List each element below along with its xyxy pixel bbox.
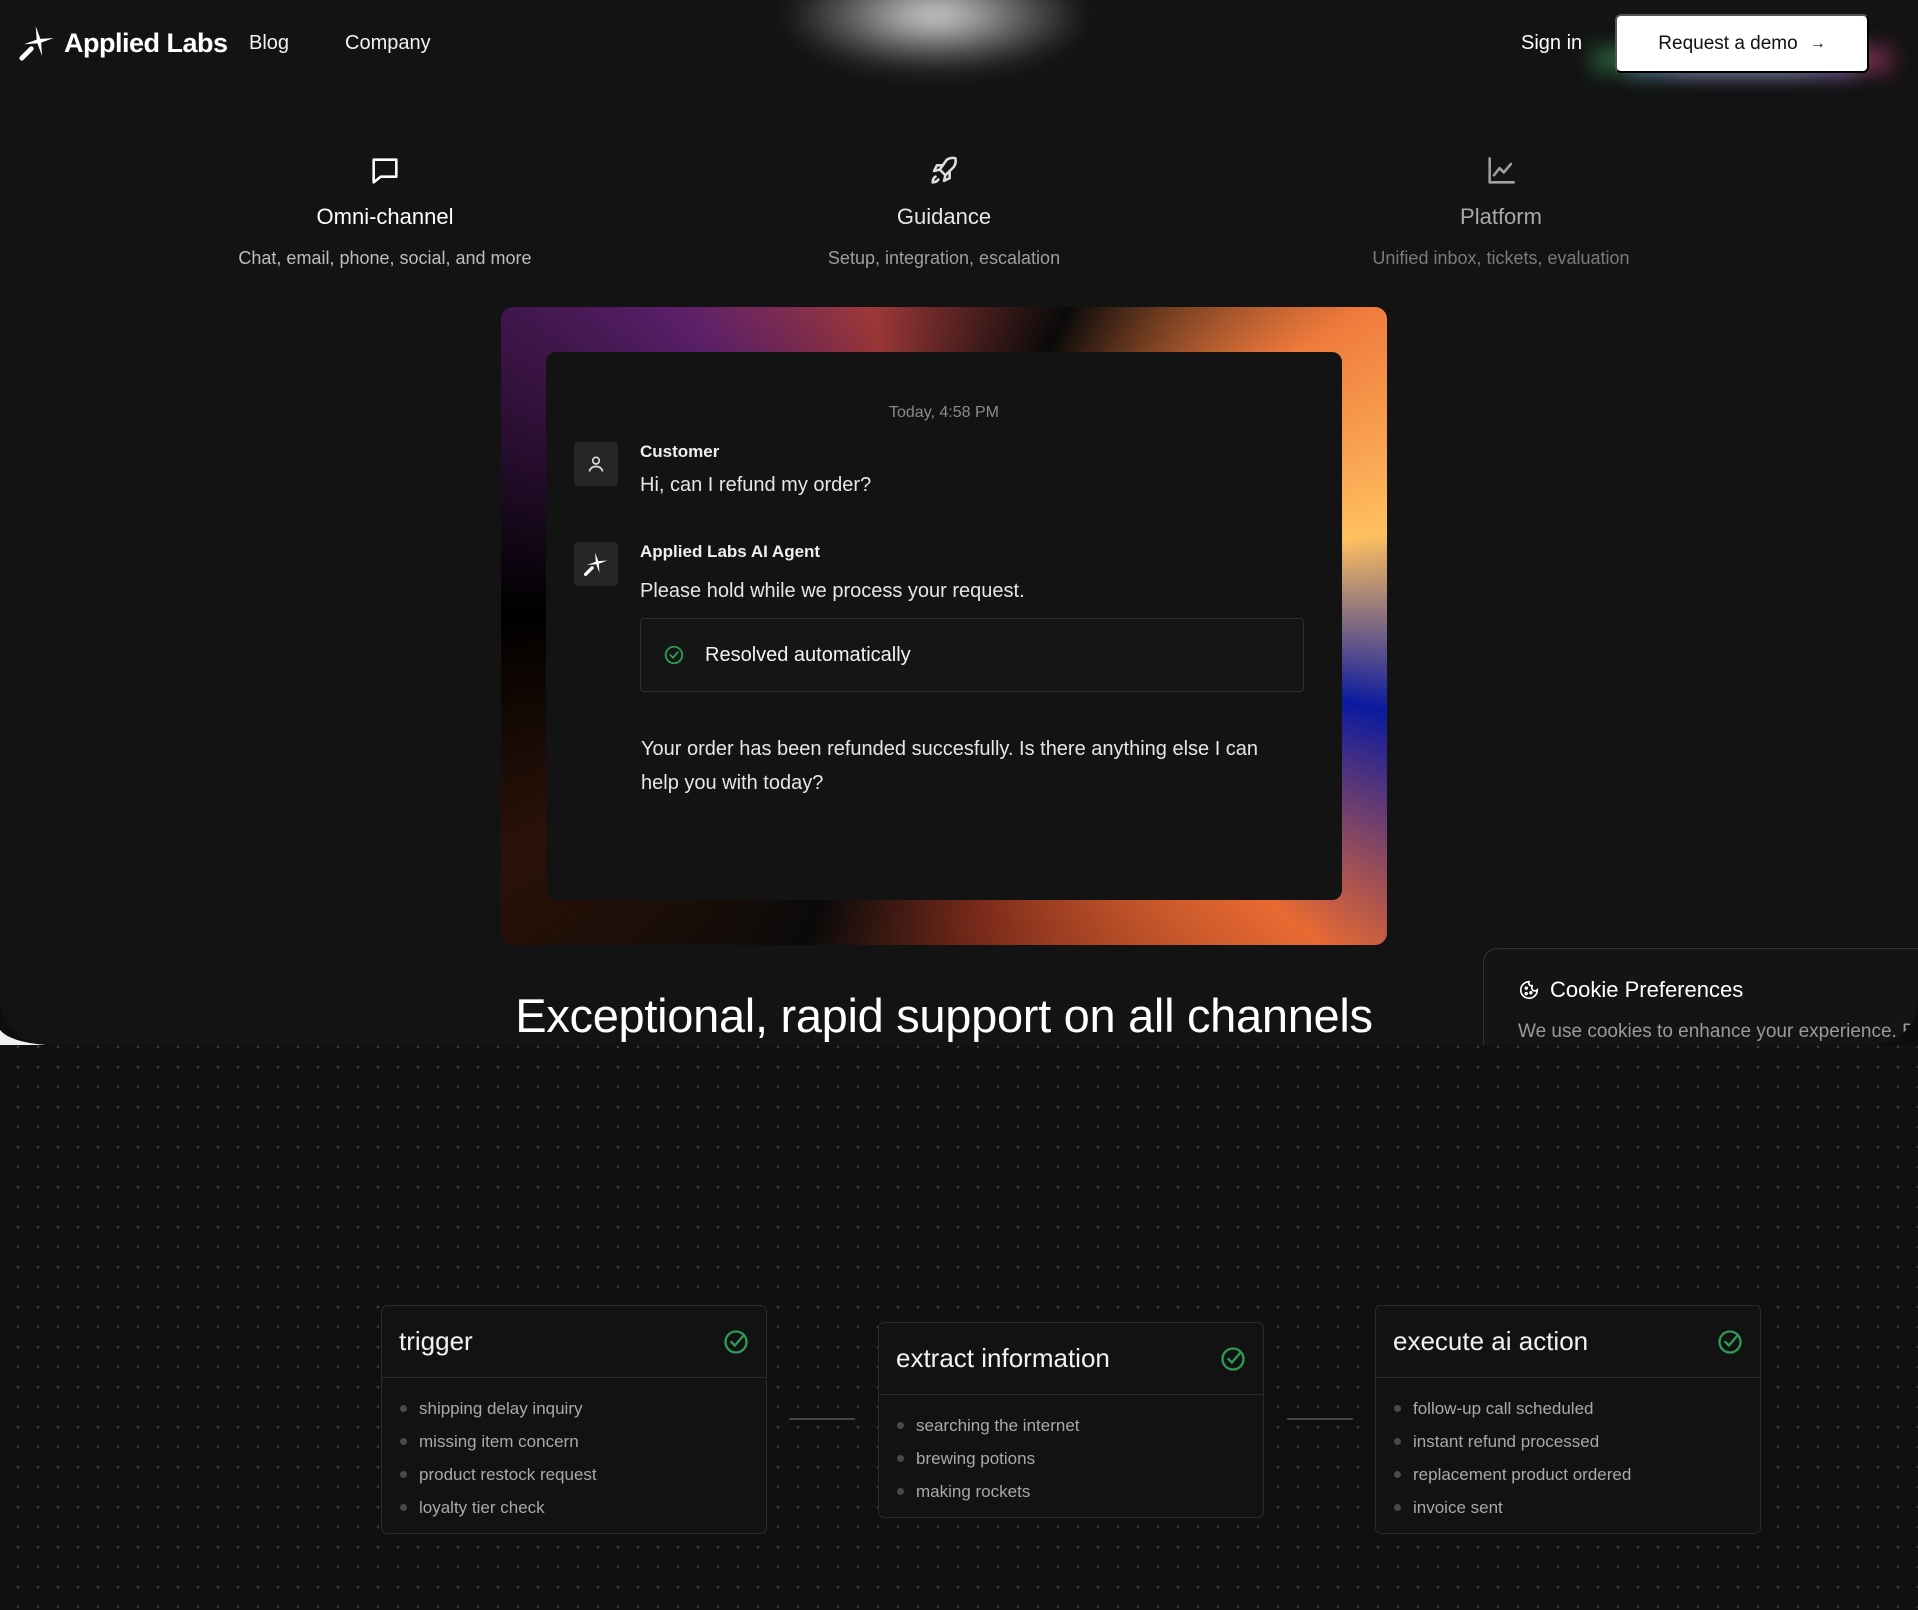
workflow-card-title: extract information	[896, 1343, 1110, 1373]
list-item: loyalty tier check	[400, 1491, 766, 1524]
workflow-card-trigger[interactable]: trigger shipping delay inquiry missing i…	[381, 1305, 767, 1534]
chat-timestamp: Today, 4:58 PM	[889, 404, 999, 421]
list-item: searching the internet	[897, 1409, 1263, 1442]
cookie-description: We use cookies to enhance your experienc…	[1518, 1021, 1915, 1042]
workflow-item-list: shipping delay inquiry missing item conc…	[382, 1378, 766, 1534]
cookie-banner[interactable]: Cookie Preferences We use cookies to enh…	[1483, 948, 1918, 1045]
sparkle-icon	[583, 552, 608, 577]
agent-message: Please hold while we process your reques…	[640, 580, 1025, 602]
feature-omni-channel[interactable]: Omni-channel Chat, email, phone, social,…	[175, 154, 595, 269]
request-demo-label: Request a demo	[1658, 32, 1798, 54]
list-item: making rockets	[897, 1475, 1263, 1508]
logo-icon	[19, 26, 54, 61]
workflow-item-list: follow-up call scheduled instant refund …	[1376, 1378, 1760, 1534]
customer-message: Hi, can I refund my order?	[640, 474, 872, 496]
rocket-icon	[931, 156, 957, 184]
feature-title: Omni-channel	[316, 204, 454, 229]
workflow-card-title: execute ai action	[1393, 1326, 1589, 1356]
agent-avatar	[574, 542, 618, 586]
workflow-connector	[1287, 1418, 1353, 1420]
request-demo-button[interactable]: Request a demo →	[1615, 14, 1869, 73]
nav-company[interactable]: Company	[345, 32, 431, 55]
check-circle-icon	[1221, 1347, 1245, 1371]
list-item: instant refund processed	[1394, 1425, 1760, 1458]
list-item: missing item concern	[400, 1425, 766, 1458]
resolved-status: Resolved automatically	[640, 618, 1304, 692]
workflow-card-title: trigger	[399, 1326, 473, 1356]
list-item: invoice sent	[1394, 1491, 1760, 1524]
feature-title: Platform	[1460, 204, 1542, 229]
workflow-item-list: searching the internet brewing potions m…	[879, 1395, 1263, 1518]
list-item: replacement product ordered	[1394, 1458, 1760, 1491]
list-item: shipping delay inquiry	[400, 1392, 766, 1425]
cookie-icon	[1519, 980, 1539, 1000]
workflow-connector	[789, 1418, 855, 1420]
agent-name: Applied Labs AI Agent	[640, 542, 821, 561]
header: Applied Labs Blog Company Sign in Reques…	[0, 0, 1918, 88]
cookie-title: Cookie Preferences	[1550, 977, 1744, 1002]
list-item: brewing potions	[897, 1442, 1263, 1475]
feature-description: Chat, email, phone, social, and more	[238, 248, 532, 268]
workflow-card-extract-information[interactable]: extract information searching the intern…	[878, 1322, 1264, 1518]
hero-panel: Applied Labs Blog Company Sign in Reques…	[0, 0, 1918, 1045]
list-item: product restock request	[400, 1458, 766, 1491]
workflow-card-execute-ai-action[interactable]: execute ai action follow-up call schedul…	[1375, 1305, 1761, 1534]
agent-reply: Your order has been refunded succesfully…	[641, 738, 1259, 794]
resolved-status-text: Resolved automatically	[705, 643, 911, 666]
customer-avatar	[574, 442, 618, 486]
feature-description: Setup, integration, escalation	[827, 248, 1061, 268]
chat-window: Today, 4:58 PM Customer Hi, can I refund…	[546, 352, 1342, 900]
check-circle-icon	[664, 645, 684, 665]
sign-in-link[interactable]: Sign in	[1521, 32, 1582, 55]
check-circle-icon	[1718, 1330, 1742, 1354]
user-icon	[588, 456, 604, 472]
brand-name: Applied Labs	[64, 27, 228, 58]
feature-description: Unified inbox, tickets, evaluation	[1372, 248, 1630, 268]
feature-title: Guidance	[896, 204, 992, 229]
chat-bubble-icon	[372, 158, 398, 184]
feature-guidance[interactable]: Guidance Setup, integration, escalation	[734, 154, 1154, 269]
check-circle-icon	[724, 1330, 748, 1354]
feature-platform[interactable]: Platform Unified inbox, tickets, evaluat…	[1291, 154, 1711, 269]
nav-blog[interactable]: Blog	[249, 32, 289, 55]
list-item: follow-up call scheduled	[1394, 1392, 1760, 1425]
arrow-right-icon: →	[1809, 34, 1826, 52]
logo-link[interactable]: Applied Labs	[18, 24, 228, 62]
customer-name: Customer	[640, 442, 720, 461]
line-chart-icon	[1488, 156, 1516, 184]
